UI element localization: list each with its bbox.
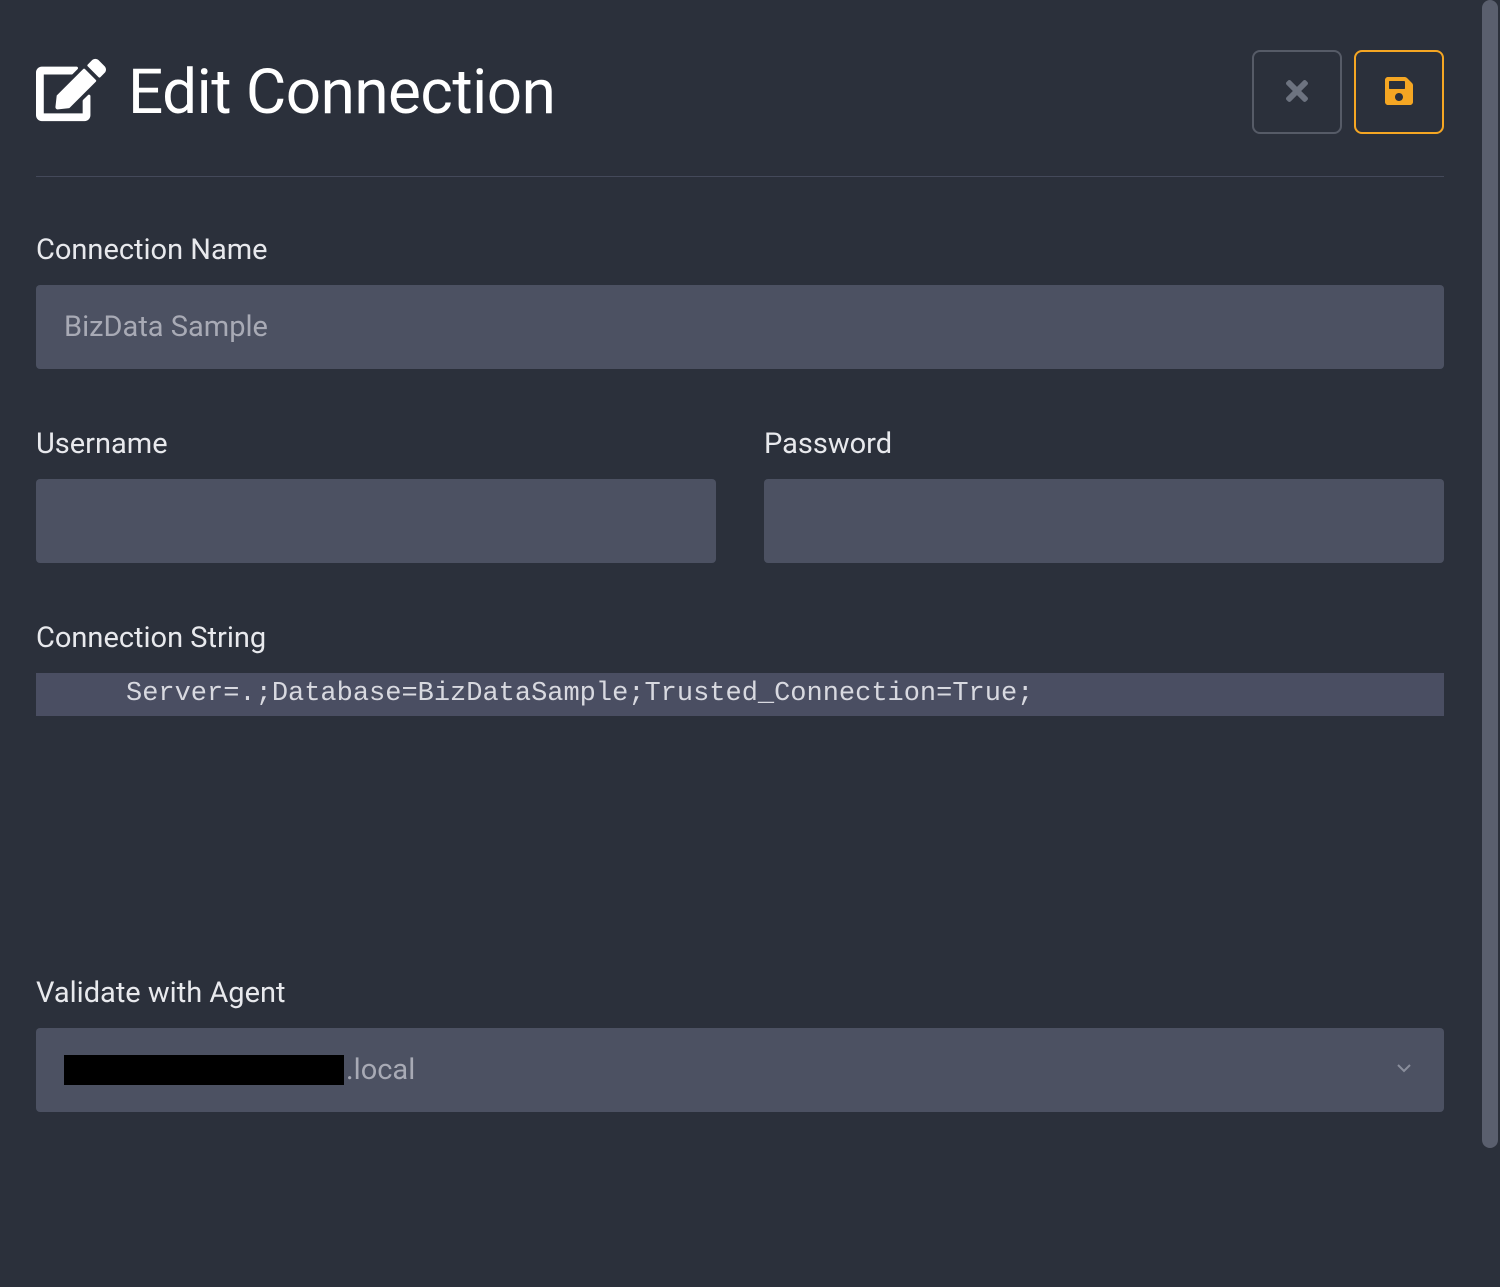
- divider: [36, 176, 1444, 177]
- connection-string-group: Connection String Server=.;Database=BizD…: [36, 621, 1444, 918]
- validate-agent-select[interactable]: .local: [36, 1028, 1444, 1112]
- credentials-row: Username Password: [36, 427, 1444, 563]
- connection-name-input[interactable]: [36, 285, 1444, 369]
- connection-string-label: Connection String: [36, 621, 1444, 655]
- page-header: Edit Connection: [36, 50, 1444, 134]
- validate-agent-group: Validate with Agent .local: [36, 976, 1444, 1112]
- scrollbar-track[interactable]: [1480, 0, 1500, 1287]
- cancel-button[interactable]: [1252, 50, 1342, 134]
- page-title: Edit Connection: [128, 56, 555, 129]
- password-input[interactable]: [764, 479, 1444, 563]
- close-icon: [1281, 75, 1313, 110]
- connection-string-editor[interactable]: Server=.;Database=BizDataSample;Trusted_…: [36, 673, 1444, 918]
- password-label: Password: [764, 427, 1444, 461]
- agent-suffix: .local: [346, 1053, 415, 1087]
- username-label: Username: [36, 427, 716, 461]
- header-title-group: Edit Connection: [36, 55, 555, 129]
- username-input[interactable]: [36, 479, 716, 563]
- edit-icon: [36, 55, 106, 129]
- connection-name-group: Connection Name: [36, 233, 1444, 369]
- validate-agent-label: Validate with Agent: [36, 976, 1444, 1010]
- save-icon: [1383, 75, 1415, 110]
- redacted-hostname: [64, 1055, 344, 1085]
- validate-agent-select-wrapper: .local: [36, 1028, 1444, 1112]
- password-group: Password: [764, 427, 1444, 563]
- username-group: Username: [36, 427, 716, 563]
- header-buttons: [1252, 50, 1444, 134]
- connection-name-label: Connection Name: [36, 233, 1444, 267]
- save-button[interactable]: [1354, 50, 1444, 134]
- scrollbar-thumb[interactable]: [1482, 0, 1498, 1148]
- connection-string-value: Server=.;Database=BizDataSample;Trusted_…: [36, 673, 1444, 716]
